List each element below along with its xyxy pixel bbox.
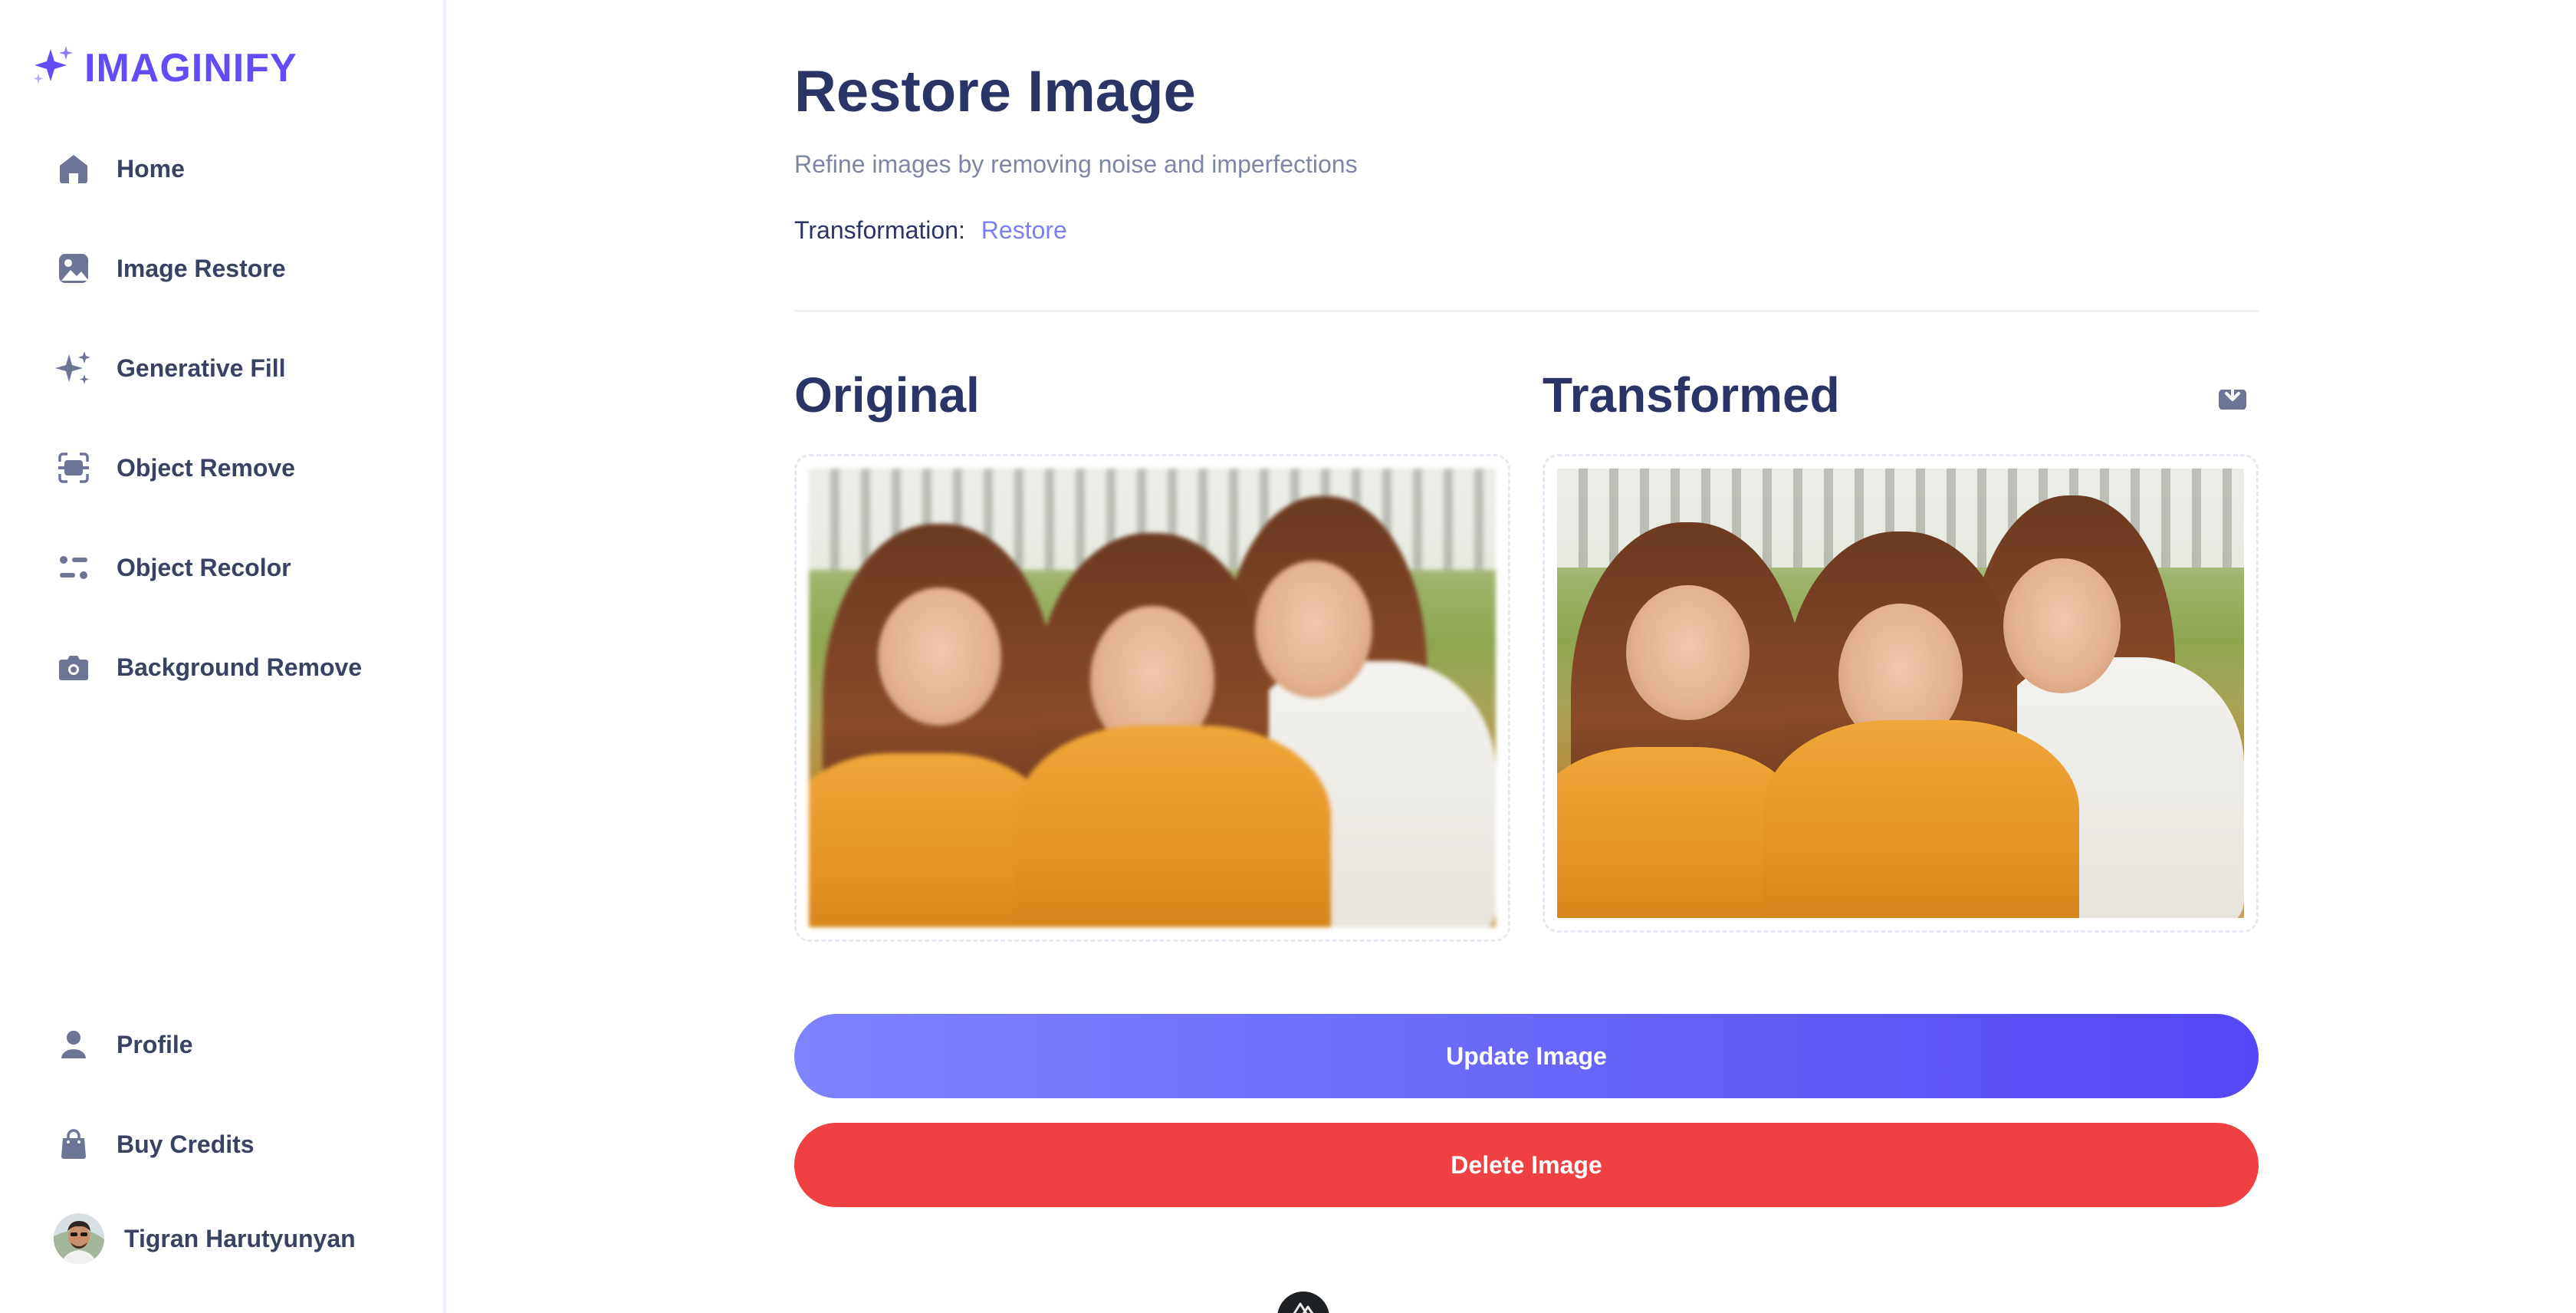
delete-image-button[interactable]: Delete Image [794, 1123, 2259, 1207]
sidebar-item-label: Profile [117, 1030, 193, 1058]
transformed-image-card [1543, 454, 2259, 933]
bag-icon [54, 1124, 94, 1164]
original-title: Original [794, 367, 980, 423]
sidebar-item-label: Object Recolor [117, 553, 291, 581]
transformation-info: Transformation: Restore [794, 216, 1067, 245]
page-subtitle: Refine images by removing noise and impe… [794, 150, 1358, 178]
sparkle-logo-icon [31, 43, 77, 93]
sidebar-item-image-restore[interactable]: Image Restore [54, 245, 286, 291]
sidebar-item-label: Generative Fill [117, 354, 286, 382]
user-profile-button[interactable]: Tigran Harutyunyan [54, 1213, 356, 1264]
nuxt-devtools-button[interactable] [1277, 1292, 1329, 1313]
sidebar-item-label: Home [117, 154, 185, 183]
download-icon [2216, 379, 2249, 416]
sidebar-item-profile[interactable]: Profile [54, 1022, 193, 1068]
user-name: Tigran Harutyunyan [124, 1224, 356, 1252]
transformed-title: Transformed [1543, 367, 1840, 423]
user-icon [54, 1025, 94, 1065]
download-button[interactable] [2213, 377, 2252, 417]
original-image-card [794, 454, 1510, 942]
filter-icon [54, 548, 94, 587]
home-icon [54, 149, 94, 189]
page-title: Restore Image [794, 59, 1196, 124]
sidebar-item-label: Buy Credits [117, 1130, 255, 1158]
sidebar: IMAGINIFY Home Image Restore Generative … [0, 0, 446, 1313]
app-logo[interactable]: IMAGINIFY [31, 43, 297, 93]
original-image [809, 469, 1496, 927]
image-icon [54, 248, 94, 288]
transformed-image [1557, 469, 2244, 918]
sidebar-item-object-remove[interactable]: Object Remove [54, 445, 295, 491]
nuxt-logo-icon [1290, 1301, 1317, 1313]
camera-icon [54, 647, 94, 687]
sidebar-item-home[interactable]: Home [54, 146, 185, 192]
sidebar-item-generative-fill[interactable]: Generative Fill [54, 345, 286, 391]
sidebar-item-object-recolor[interactable]: Object Recolor [54, 545, 291, 591]
transformation-value: Restore [981, 216, 1067, 244]
divider [794, 310, 2259, 312]
app-name: IMAGINIFY [84, 45, 297, 90]
sidebar-item-background-remove[interactable]: Background Remove [54, 644, 362, 690]
sidebar-item-label: Image Restore [117, 254, 286, 282]
update-image-button[interactable]: Update Image [794, 1014, 2259, 1098]
transformation-label: Transformation: [794, 216, 965, 244]
sidebar-item-label: Background Remove [117, 653, 363, 681]
sparkles-icon [54, 348, 94, 388]
sidebar-item-buy-credits[interactable]: Buy Credits [54, 1121, 255, 1167]
avatar [54, 1213, 104, 1264]
sidebar-item-label: Object Remove [117, 453, 295, 482]
scan-icon [54, 448, 94, 488]
